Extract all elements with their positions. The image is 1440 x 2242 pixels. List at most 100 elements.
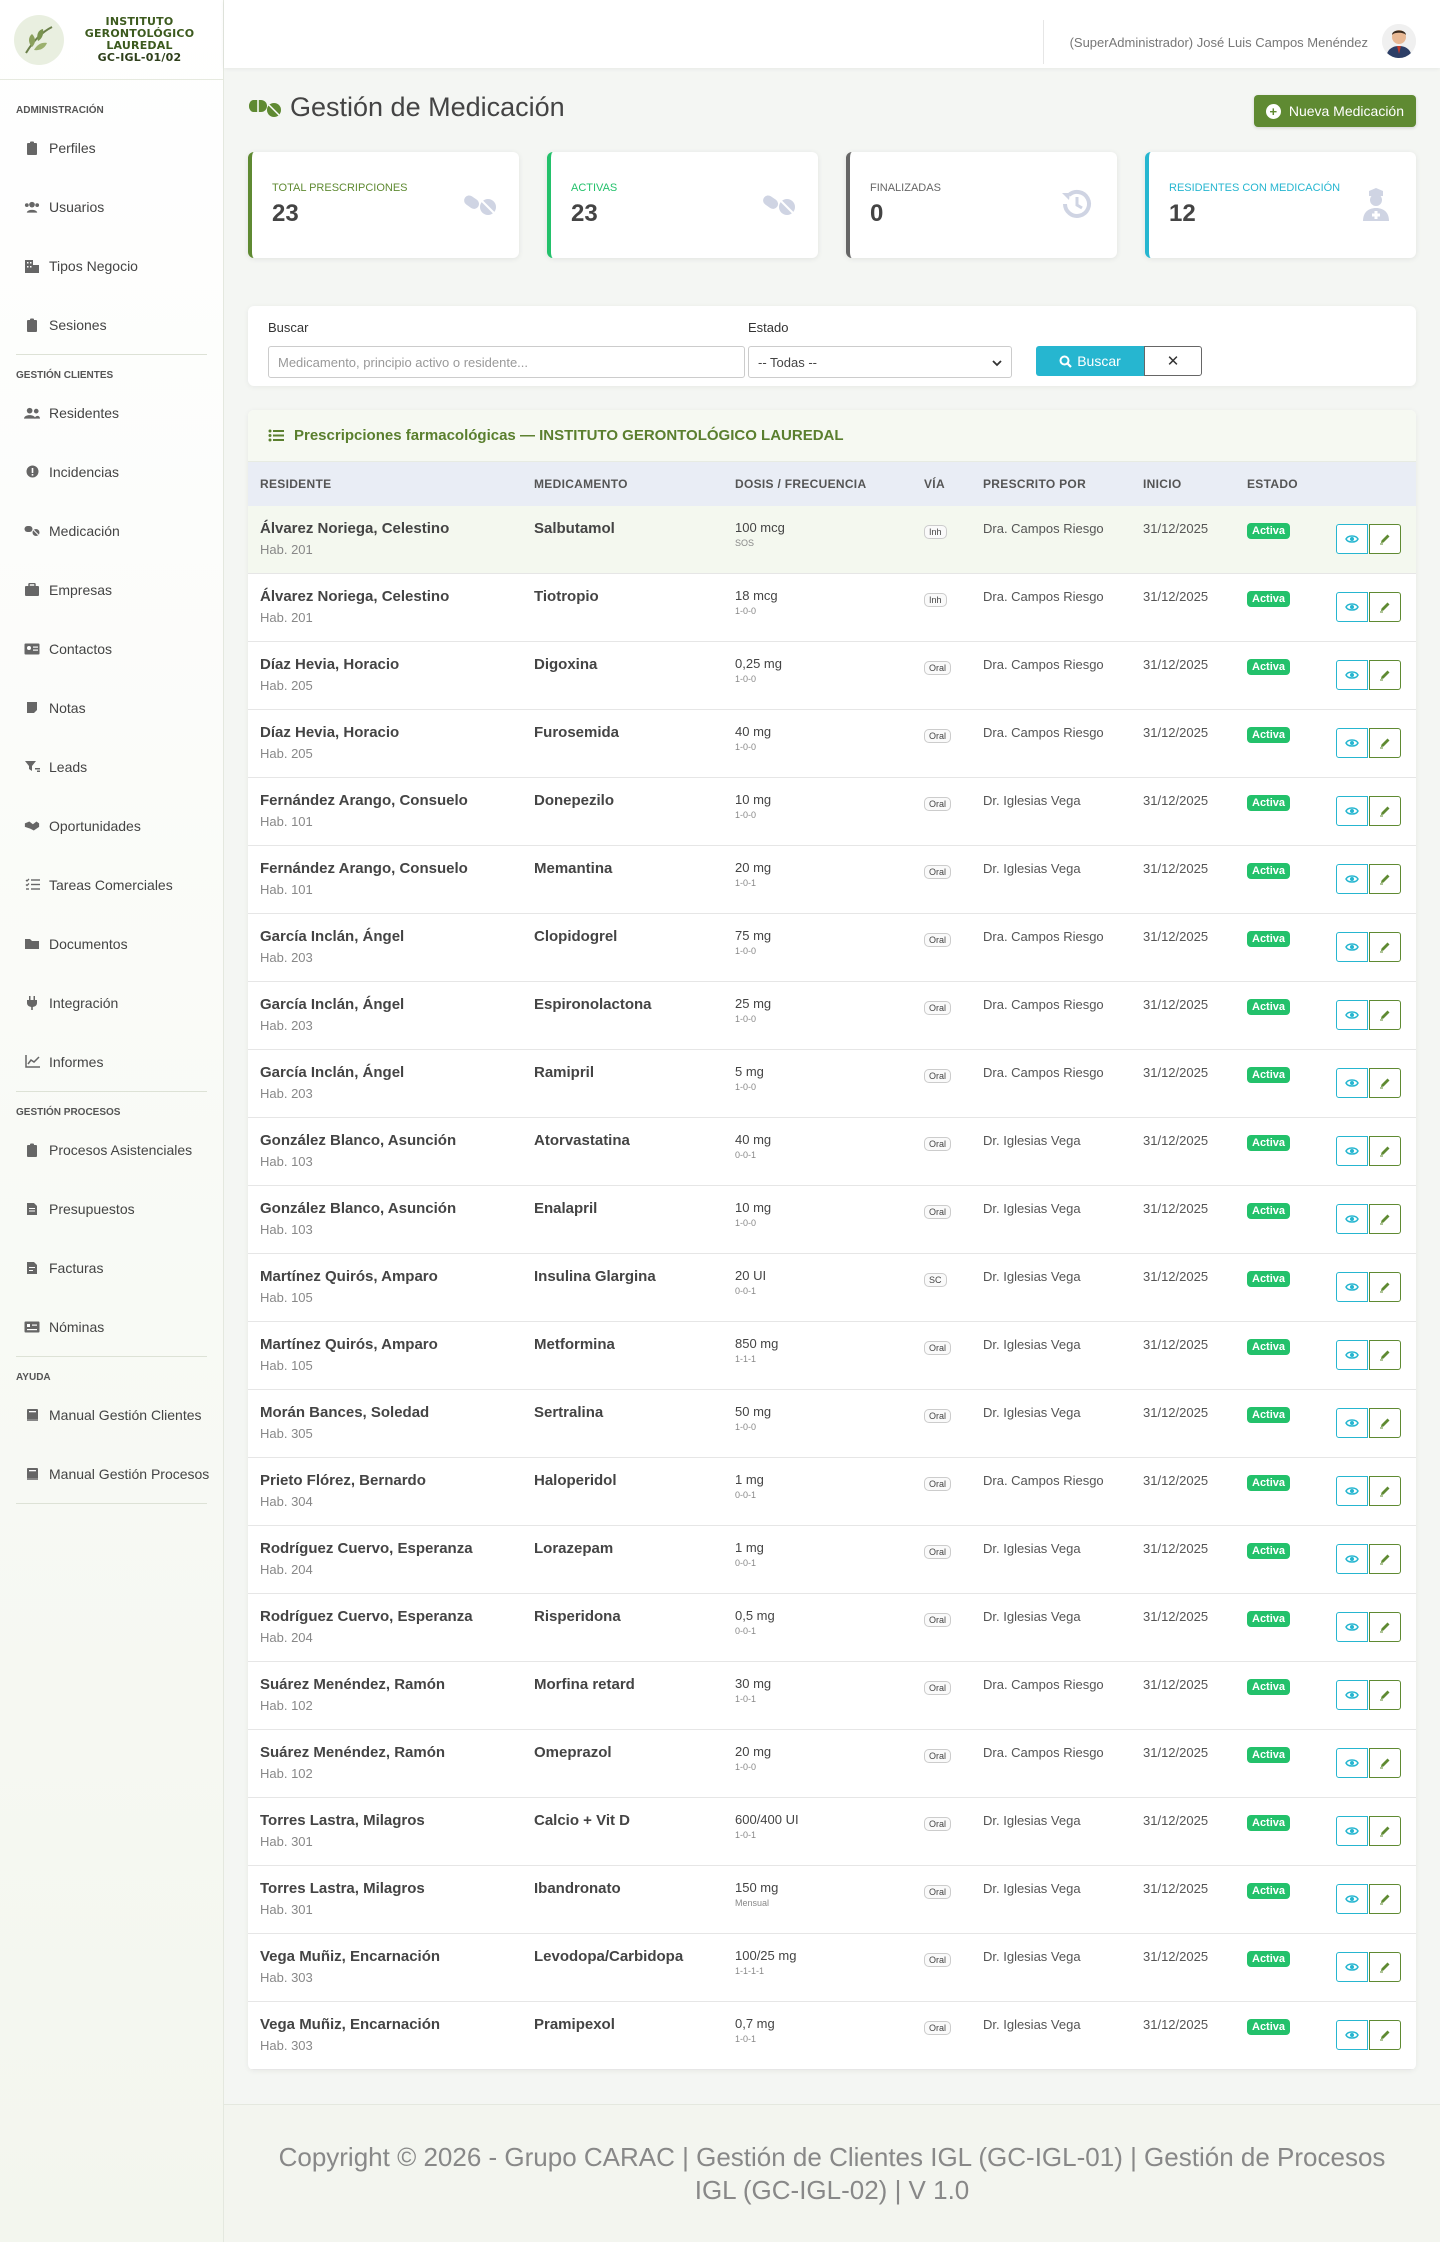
view-button[interactable] — [1336, 932, 1368, 962]
edit-button[interactable] — [1369, 2020, 1401, 2050]
edit-button[interactable] — [1369, 1612, 1401, 1642]
sidebar-item-manual-gestion-clientes[interactable]: Manual Gestión Clientes — [0, 1385, 223, 1444]
sidebar-item-leads[interactable]: Leads — [0, 737, 223, 796]
sidebar-item-residentes[interactable]: Residentes — [0, 383, 223, 442]
view-button[interactable] — [1336, 1612, 1368, 1642]
view-button[interactable] — [1336, 524, 1368, 554]
sidebar-item-notas[interactable]: Notas — [0, 678, 223, 737]
edit-button[interactable] — [1369, 1136, 1401, 1166]
col-route[interactable]: VÍA — [924, 477, 945, 491]
view-button[interactable] — [1336, 796, 1368, 826]
edit-button[interactable] — [1369, 1476, 1401, 1506]
edit-button[interactable] — [1369, 1748, 1401, 1778]
view-button[interactable] — [1336, 2020, 1368, 2050]
sidebar-item-facturas[interactable]: Facturas — [0, 1238, 223, 1297]
table-row[interactable]: Rodríguez Cuervo, Esperanza Hab. 204 Rispe… — [248, 1594, 1416, 1662]
sidebar-item-incidencias[interactable]: Incidencias — [0, 442, 223, 501]
sidebar-item-informes[interactable]: Informes — [0, 1032, 223, 1091]
view-button[interactable] — [1336, 1884, 1368, 1914]
table-row[interactable]: Morán Bances, Soledad Hab. 305 Sertralina 5… — [248, 1390, 1416, 1458]
sidebar-item-perfiles[interactable]: Perfiles — [0, 118, 223, 177]
sidebar-item-contactos[interactable]: Contactos — [0, 619, 223, 678]
sidebar-item-nominas[interactable]: Nóminas — [0, 1297, 223, 1356]
table-row[interactable]: García Inclán, Ángel Hab. 203 Ramipril 5 mg… — [248, 1050, 1416, 1118]
search-input[interactable]: Medicamento, principio activo o resident… — [268, 346, 745, 378]
table-row[interactable]: Prieto Flórez, Bernardo Hab. 304 Haloperid… — [248, 1458, 1416, 1526]
view-button[interactable] — [1336, 1408, 1368, 1438]
sidebar-item-usuarios[interactable]: Usuarios — [0, 177, 223, 236]
edit-button[interactable] — [1369, 524, 1401, 554]
view-button[interactable] — [1336, 1272, 1368, 1302]
table-row[interactable]: Vega Muñiz, Encarnación Hab. 303 Pramipexo… — [248, 2002, 1416, 2070]
sidebar-item-medicacion[interactable]: Medicación — [0, 501, 223, 560]
clear-filters-button[interactable]: ✕ — [1144, 346, 1202, 376]
sidebar-item-documentos[interactable]: Documentos — [0, 914, 223, 973]
view-button[interactable] — [1336, 592, 1368, 622]
table-row[interactable]: Vega Muñiz, Encarnación Hab. 303 Levodopa/… — [248, 1934, 1416, 2002]
col-medication[interactable]: MEDICAMENTO — [534, 477, 628, 491]
edit-button[interactable] — [1369, 1204, 1401, 1234]
view-button[interactable] — [1336, 1204, 1368, 1234]
table-row[interactable]: González Blanco, Asunción Hab. 103 Atorvas… — [248, 1118, 1416, 1186]
edit-button[interactable] — [1369, 1816, 1401, 1846]
sidebar-item-manual-gestion-procesos[interactable]: Manual Gestión Procesos — [0, 1444, 223, 1503]
table-row[interactable]: González Blanco, Asunción Hab. 103 Enalapr… — [248, 1186, 1416, 1254]
view-button[interactable] — [1336, 1544, 1368, 1574]
view-button[interactable] — [1336, 1068, 1368, 1098]
new-medication-button[interactable]: + Nueva Medicación — [1253, 95, 1416, 127]
table-row[interactable]: Álvarez Noriega, Celestino Hab. 201 Tiotro… — [248, 574, 1416, 642]
edit-button[interactable] — [1369, 864, 1401, 894]
view-button[interactable] — [1336, 864, 1368, 894]
col-dose[interactable]: DOSIS / FRECUENCIA — [735, 477, 866, 491]
table-row[interactable]: Díaz Hevia, Horacio Hab. 205 Digoxina 0,25 … — [248, 642, 1416, 710]
col-resident[interactable]: RESIDENTE — [260, 477, 331, 491]
col-status[interactable]: ESTADO — [1247, 477, 1298, 491]
view-button[interactable] — [1336, 1476, 1368, 1506]
edit-button[interactable] — [1369, 1884, 1401, 1914]
table-row[interactable]: Suárez Menéndez, Ramón Hab. 102 Morfina re… — [248, 1662, 1416, 1730]
edit-button[interactable] — [1369, 1544, 1401, 1574]
table-row[interactable]: Díaz Hevia, Horacio Hab. 205 Furosemida 40 … — [248, 710, 1416, 778]
table-row[interactable]: Suárez Menéndez, Ramón Hab. 102 Omeprazol 2… — [248, 1730, 1416, 1798]
edit-button[interactable] — [1369, 932, 1401, 962]
sidebar-item-tareas-comerciales[interactable]: Tareas Comerciales — [0, 855, 223, 914]
sidebar-item-oportunidades[interactable]: Oportunidades — [0, 796, 223, 855]
table-row[interactable]: García Inclán, Ángel Hab. 203 Clopidogrel 7… — [248, 914, 1416, 982]
brand[interactable]: INSTITUTO GERONTOLÓGICO LAUREDAL GC-IGL-… — [0, 0, 223, 80]
view-button[interactable] — [1336, 1748, 1368, 1778]
status-select[interactable]: -- Todas -- — [748, 346, 1012, 378]
edit-button[interactable] — [1369, 592, 1401, 622]
edit-button[interactable] — [1369, 796, 1401, 826]
table-row[interactable]: Rodríguez Cuervo, Esperanza Hab. 204 Loraz… — [248, 1526, 1416, 1594]
table-row[interactable]: Martínez Quirós, Amparo Hab. 105 Metformin… — [248, 1322, 1416, 1390]
table-row[interactable]: García Inclán, Ángel Hab. 203 Espironolact… — [248, 982, 1416, 1050]
edit-button[interactable] — [1369, 1068, 1401, 1098]
edit-button[interactable] — [1369, 728, 1401, 758]
edit-button[interactable] — [1369, 660, 1401, 690]
table-row[interactable]: Torres Lastra, Milagros Hab. 301 Ibandrona… — [248, 1866, 1416, 1934]
view-button[interactable] — [1336, 1340, 1368, 1370]
sidebar-item-tipos-negocio[interactable]: Tipos Negocio — [0, 236, 223, 295]
edit-button[interactable] — [1369, 1408, 1401, 1438]
col-prescriber[interactable]: PRESCRITO POR — [983, 477, 1086, 491]
table-row[interactable]: Álvarez Noriega, Celestino Hab. 201 Salbut… — [248, 506, 1416, 574]
sidebar-item-procesos-asistenciales[interactable]: Procesos Asistenciales — [0, 1120, 223, 1179]
table-row[interactable]: Fernández Arango, Consuelo Hab. 101 Memant… — [248, 846, 1416, 914]
edit-button[interactable] — [1369, 1952, 1401, 1982]
view-button[interactable] — [1336, 1680, 1368, 1710]
edit-button[interactable] — [1369, 1272, 1401, 1302]
user-avatar[interactable] — [1382, 24, 1416, 58]
sidebar-item-sesiones[interactable]: Sesiones — [0, 295, 223, 354]
table-row[interactable]: Fernández Arango, Consuelo Hab. 101 Donepe… — [248, 778, 1416, 846]
view-button[interactable] — [1336, 1816, 1368, 1846]
edit-button[interactable] — [1369, 1000, 1401, 1030]
search-button[interactable]: Buscar — [1036, 346, 1144, 376]
sidebar-item-empresas[interactable]: Empresas — [0, 560, 223, 619]
col-start[interactable]: INICIO — [1143, 477, 1181, 491]
user-menu[interactable]: (SuperAdministrador) José Luis Campos Me… — [1042, 20, 1368, 64]
edit-button[interactable] — [1369, 1340, 1401, 1370]
view-button[interactable] — [1336, 1000, 1368, 1030]
view-button[interactable] — [1336, 1136, 1368, 1166]
edit-button[interactable] — [1369, 1680, 1401, 1710]
view-button[interactable] — [1336, 660, 1368, 690]
